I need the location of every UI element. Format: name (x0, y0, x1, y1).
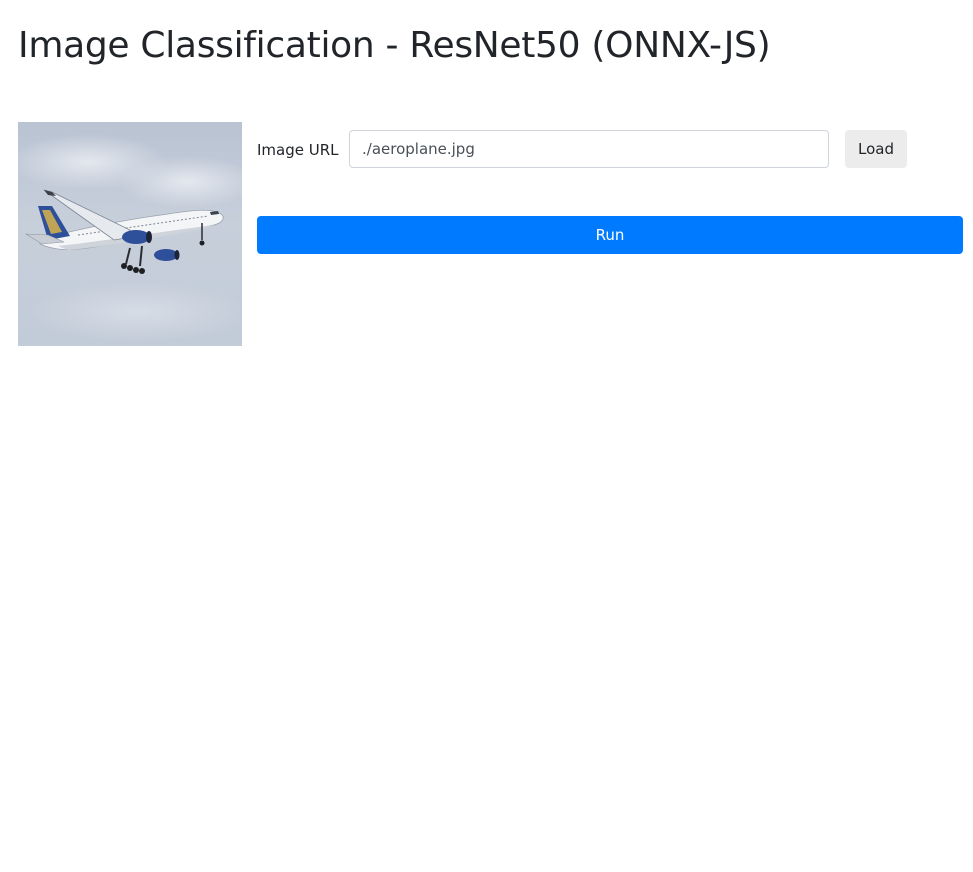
load-button[interactable]: Load (845, 130, 907, 168)
image-url-label: Image URL (257, 141, 339, 159)
aeroplane-image (18, 122, 242, 346)
image-url-input[interactable] (349, 130, 829, 168)
page: Image Classification - ResNet50 (ONNX-JS… (0, 0, 973, 872)
run-button[interactable]: Run (257, 216, 963, 254)
image-preview (18, 122, 242, 346)
page-title: Image Classification - ResNet50 (ONNX-JS… (18, 25, 771, 66)
